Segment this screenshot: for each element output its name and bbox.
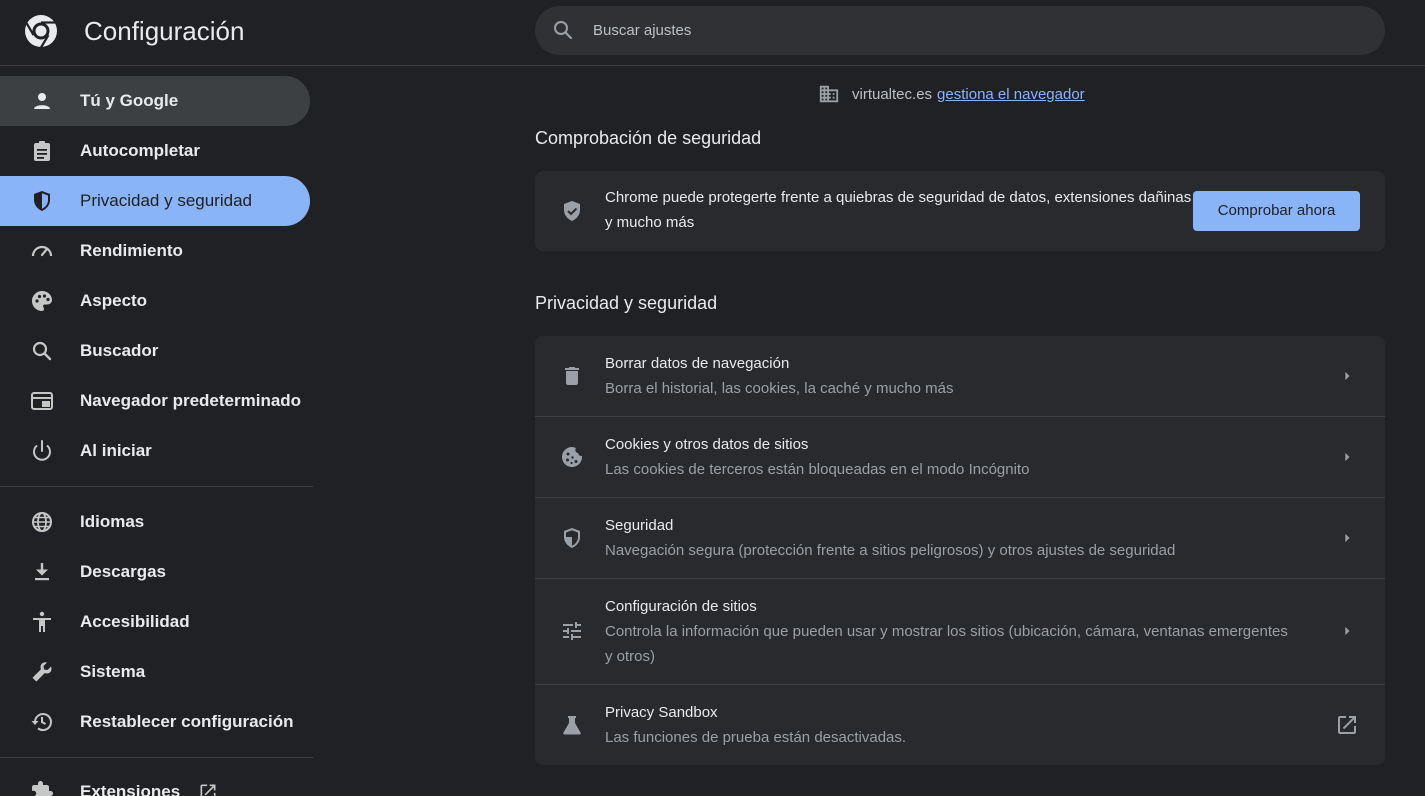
accessibility-icon [33,611,51,632]
sidebar-nav: Tú y Google Autocompletar Privacidad y s… [0,66,320,796]
sidebar-item-system[interactable]: Sistema [0,647,310,697]
sidebar-item-label: Descargas [80,562,167,581]
row-title: Cookies y otros datos de sitios [605,436,809,453]
sidebar-item-label: Privacidad y seguridad [80,191,252,210]
sidebar-item-label: Buscador [80,341,159,360]
speedometer-icon [31,245,53,257]
search-icon [554,21,573,40]
chevron-right-icon [1345,533,1350,543]
page-title: Configuración [84,16,245,46]
cookie-icon [562,447,582,467]
security-row[interactable]: Seguridad Navegación segura (protección … [535,498,1385,578]
sidebar-item-label: Accesibilidad [80,612,190,631]
check-now-button[interactable]: Comprobar ahora [1193,191,1360,231]
privacy-settings-card: Borrar datos de navegación Borra el hist… [535,336,1385,765]
shield-check-icon [564,201,580,221]
download-icon [35,563,49,581]
flask-icon [563,716,581,735]
browser-window-icon [31,392,53,410]
row-subtitle: Controla la información que pueden usar … [605,623,1288,665]
row-subtitle: Navegación segura (protección frente a s… [605,542,1176,559]
shield-icon [34,191,50,211]
external-link-icon [200,784,216,796]
building-icon [819,85,839,103]
restore-icon [31,713,52,732]
sidebar-item-autofill[interactable]: Autocompletar [0,126,310,176]
row-title: Seguridad [605,517,674,534]
row-title: Privacy Sandbox [605,704,718,721]
settings-header: Configuración [0,0,1425,66]
chevron-right-icon [1345,371,1350,381]
managed-domain: virtualtec.es [852,85,933,103]
sidebar-item-label: Idiomas [80,512,145,531]
row-subtitle: Las funciones de prueba están desactivad… [605,729,907,746]
sidebar-item-search-engine[interactable]: Buscador [0,326,310,376]
privacy-section-heading: Privacidad y seguridad [535,293,718,313]
sliders-icon [563,622,581,640]
site-settings-row[interactable]: Configuración de sitios Controla la info… [535,579,1385,684]
trash-icon [565,367,579,385]
sidebar-item-appearance[interactable]: Aspecto [0,276,310,326]
shield-icon [564,528,580,548]
sidebar-item-label: Restablecer configuración [80,712,294,731]
sidebar-divider [0,486,313,487]
row-subtitle: Las cookies de terceros están bloqueadas… [605,461,1030,478]
sidebar-item-privacy[interactable]: Privacidad y seguridad [0,176,310,226]
sidebar-item-label: Navegador predeterminado [80,391,302,410]
sidebar-item-languages[interactable]: Idiomas [0,497,310,547]
row-subtitle: Borra el historial, las cookies, la cach… [605,380,954,397]
sidebar-item-you-and-google[interactable]: Tú y Google [0,76,310,126]
puzzle-icon [32,781,53,796]
safety-check-text: Chrome puede protegerte frente a quiebra… [605,189,1192,231]
sidebar-item-default-browser[interactable]: Navegador predeterminado [0,376,310,426]
managed-by-notice: virtualtec.es gestiona el navegador [818,82,1085,106]
sidebar-item-on-startup[interactable]: Al iniciar [0,426,310,476]
clear-browsing-data-row[interactable]: Borrar datos de navegación Borra el hist… [535,336,1385,416]
manage-browser-link[interactable]: gestiona el navegador [937,86,1085,103]
search-input[interactable] [593,6,1353,55]
sidebar-item-label: Rendimiento [80,241,183,260]
sidebar-item-accessibility[interactable]: Accesibilidad [0,597,310,647]
sidebar-item-label: Aspecto [80,291,148,310]
sidebar-item-label: Al iniciar [80,441,152,460]
sidebar-item-extensions[interactable]: Extensiones [0,767,310,796]
sidebar-item-label: Autocompletar [80,141,200,160]
search-box[interactable] [535,6,1385,55]
external-link-icon[interactable] [1335,713,1359,737]
cookies-row[interactable]: Cookies y otros datos de sitios Las cook… [535,417,1385,497]
sidebar-item-performance[interactable]: Rendimiento [0,226,310,276]
globe-icon [32,512,52,532]
palette-icon [32,291,52,311]
sidebar-item-reset[interactable]: Restablecer configuración [0,697,310,747]
person-icon [34,93,50,109]
clipboard-icon [34,141,50,161]
row-title: Borrar datos de navegación [605,355,790,372]
search-icon [32,341,52,361]
row-title: Configuración de sitios [605,598,757,615]
sidebar-item-label: Tú y Google [80,91,179,110]
safety-check-card: Chrome puede protegerte frente a quiebra… [535,171,1385,251]
sidebar-item-label: Extensiones [80,782,181,796]
privacy-sandbox-row[interactable]: Privacy Sandbox Las funciones de prueba … [535,685,1385,765]
wrench-icon [32,662,52,682]
chevron-right-icon [1345,626,1350,636]
chrome-logo-icon [25,15,57,48]
safety-check-heading: Comprobación de seguridad [535,128,762,148]
chevron-right-icon [1345,452,1350,462]
power-icon [33,440,51,461]
sidebar-item-downloads[interactable]: Descargas [0,547,310,597]
sidebar-divider [0,757,313,758]
sidebar-item-label: Sistema [80,662,146,681]
